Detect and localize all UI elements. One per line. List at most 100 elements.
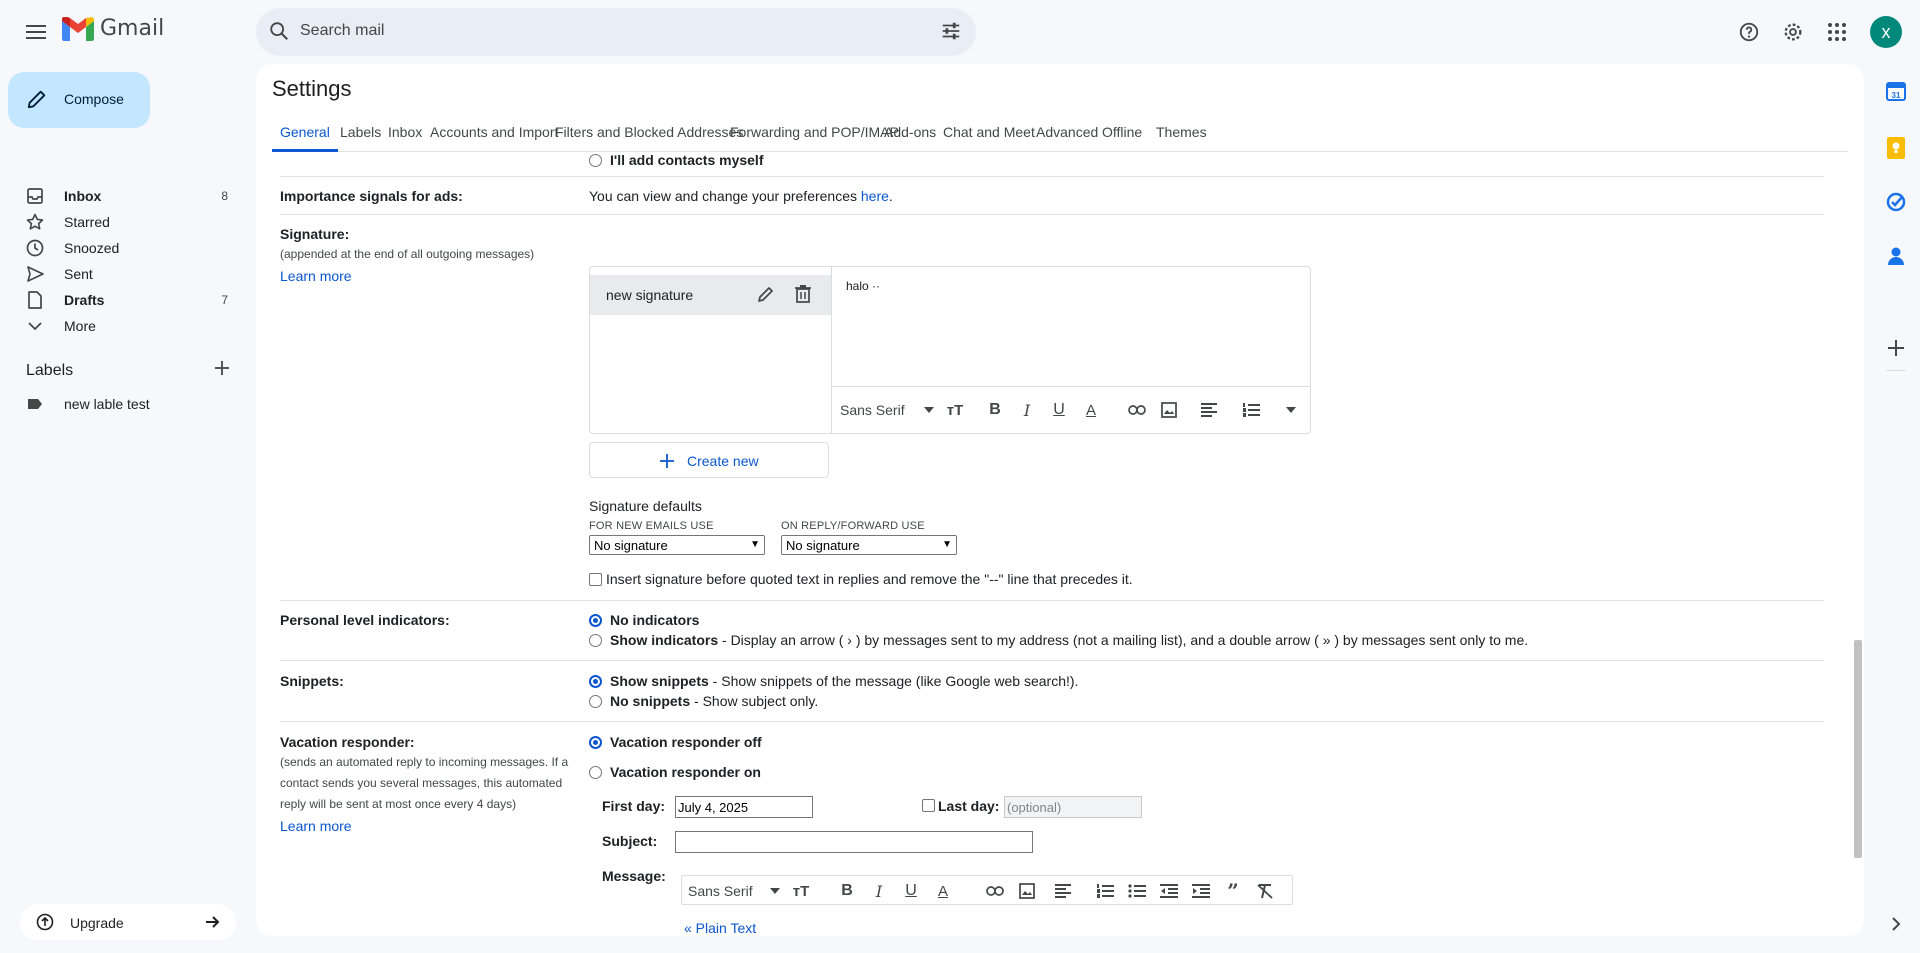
- subject-label: Subject:: [602, 833, 658, 849]
- signature-editor[interactable]: halo ··: [846, 279, 880, 293]
- search-options-icon[interactable]: [940, 20, 962, 47]
- sidebar-item-label: Starred: [64, 214, 110, 230]
- last-day-input[interactable]: (optional): [1004, 796, 1142, 818]
- vacation-off-radio[interactable]: [589, 736, 602, 749]
- tab-labels[interactable]: Labels: [340, 112, 381, 152]
- sidebar-item-label: Snoozed: [64, 240, 120, 256]
- label-item[interactable]: new lable test: [0, 388, 240, 420]
- divider: [280, 721, 1824, 722]
- subject-input[interactable]: [675, 831, 1033, 853]
- tab-general[interactable]: General: [272, 112, 338, 152]
- font-size-icon[interactable]: тT: [790, 880, 812, 902]
- no-indicators-radio[interactable]: [589, 614, 602, 627]
- create-new-signature-button[interactable]: Create new: [589, 442, 829, 478]
- tab-advanced[interactable]: Advanced: [1036, 112, 1098, 152]
- upgrade-button[interactable]: Upgrade: [20, 904, 236, 940]
- text-color-icon[interactable]: A: [1080, 399, 1102, 421]
- keep-icon[interactable]: [1882, 134, 1910, 162]
- search-icon[interactable]: [268, 20, 290, 47]
- bulleted-list-icon[interactable]: [1126, 880, 1148, 902]
- gmail-logo[interactable]: Gmail: [62, 16, 164, 41]
- insert-before-quoted-checkbox[interactable]: [589, 573, 602, 586]
- help-icon[interactable]: [1731, 14, 1767, 50]
- indent-more-icon[interactable]: [1190, 880, 1212, 902]
- tab-inbox[interactable]: Inbox: [388, 112, 422, 152]
- tab-themes[interactable]: Themes: [1156, 112, 1207, 152]
- bold-icon[interactable]: B: [984, 399, 1006, 421]
- search-bar[interactable]: Search mail: [256, 8, 976, 56]
- show-side-panel-chevron-icon[interactable]: [1882, 910, 1910, 938]
- italic-icon[interactable]: I: [1016, 399, 1038, 421]
- edit-pencil-icon[interactable]: [757, 285, 775, 303]
- signature-box: new signature halo ·· Sans Serif тT B I …: [589, 266, 1311, 434]
- no-snippets-radio[interactable]: [589, 695, 602, 708]
- underline-icon[interactable]: U: [900, 880, 922, 902]
- compose-button[interactable]: Compose: [8, 72, 150, 128]
- align-icon[interactable]: [1198, 399, 1220, 421]
- compose-label: Compose: [64, 91, 124, 107]
- tab-addons[interactable]: Add-ons: [884, 112, 936, 152]
- link-icon[interactable]: [984, 880, 1006, 902]
- contacts-icon[interactable]: [1882, 242, 1910, 270]
- vacation-on-radio[interactable]: [589, 766, 602, 779]
- more-formatting-icon[interactable]: [1280, 399, 1302, 421]
- remove-formatting-icon[interactable]: [1254, 880, 1276, 902]
- calendar-icon[interactable]: 31: [1882, 77, 1910, 105]
- tasks-icon[interactable]: [1882, 188, 1910, 216]
- signature-learn-more-link[interactable]: Learn more: [280, 268, 352, 284]
- tab-forwarding[interactable]: Forwarding and POP/IMAP: [730, 112, 899, 152]
- font-family-select[interactable]: Sans Serif: [840, 402, 905, 418]
- quote-icon[interactable]: ”: [1222, 879, 1244, 903]
- tab-accounts-import[interactable]: Accounts and Import: [430, 112, 558, 152]
- contacts-manual-radio[interactable]: [589, 154, 602, 167]
- vacation-learn-more-link[interactable]: Learn more: [280, 818, 352, 834]
- main-menu-button[interactable]: [18, 14, 54, 50]
- sidebar-item-count: 8: [221, 189, 228, 203]
- importance-here-link[interactable]: here: [861, 188, 889, 204]
- bold-icon[interactable]: B: [836, 880, 858, 902]
- divider: [280, 660, 1824, 661]
- link-icon[interactable]: [1126, 399, 1148, 421]
- delete-trash-icon[interactable]: [795, 285, 811, 303]
- sidebar-item-count: 7: [221, 293, 228, 307]
- pencil-icon: [27, 90, 46, 109]
- vacation-off-label: Vacation responder off: [610, 734, 762, 750]
- vacation-label: Vacation responder:: [280, 734, 415, 750]
- last-day-checkbox[interactable]: [922, 799, 935, 812]
- apps-grid-icon[interactable]: [1819, 14, 1855, 50]
- align-icon[interactable]: [1052, 880, 1074, 902]
- vacation-font-select[interactable]: Sans Serif: [688, 883, 753, 899]
- add-label-icon[interactable]: [210, 356, 234, 380]
- new-emails-signature-select[interactable]: No signature ▼: [589, 535, 765, 555]
- first-day-input[interactable]: July 4, 2025: [675, 796, 813, 818]
- tab-offline[interactable]: Offline: [1102, 112, 1142, 152]
- image-icon[interactable]: [1016, 880, 1038, 902]
- sidebar-item-label: Drafts: [64, 292, 105, 308]
- underline-icon[interactable]: U: [1048, 399, 1070, 421]
- sidebar-item-more[interactable]: More: [0, 310, 240, 342]
- show-snippets-radio[interactable]: [589, 675, 602, 688]
- gear-icon[interactable]: [1775, 14, 1811, 50]
- numbered-list-icon[interactable]: [1094, 880, 1116, 902]
- avatar[interactable]: x: [1870, 16, 1902, 48]
- reply-forward-signature-select[interactable]: No signature ▼: [781, 535, 957, 555]
- image-icon[interactable]: [1158, 399, 1180, 421]
- indent-less-icon[interactable]: [1158, 880, 1180, 902]
- tab-filters[interactable]: Filters and Blocked Addresses: [555, 112, 743, 152]
- vacation-message-toolbar: Sans Serif тT B I U A ”: [681, 875, 1293, 905]
- side-panel: 31: [1872, 64, 1920, 953]
- font-size-icon[interactable]: тT: [944, 399, 966, 421]
- plain-text-link[interactable]: « Plain Text: [684, 920, 756, 936]
- show-indicators-radio[interactable]: [589, 634, 602, 647]
- numbered-list-icon[interactable]: [1240, 399, 1262, 421]
- sidebar-item-label: Sent: [64, 266, 93, 282]
- tab-chat-meet[interactable]: Chat and Meet: [943, 112, 1035, 152]
- sidebar-item-label: Inbox: [64, 188, 102, 204]
- signature-item[interactable]: new signature: [590, 275, 831, 315]
- get-addons-plus-icon[interactable]: [1882, 334, 1910, 362]
- search-input[interactable]: Search mail: [300, 22, 384, 40]
- svg-text:31: 31: [1892, 91, 1901, 100]
- italic-icon[interactable]: I: [868, 880, 890, 902]
- text-color-icon[interactable]: A: [932, 880, 954, 902]
- scrollbar[interactable]: [1854, 640, 1862, 858]
